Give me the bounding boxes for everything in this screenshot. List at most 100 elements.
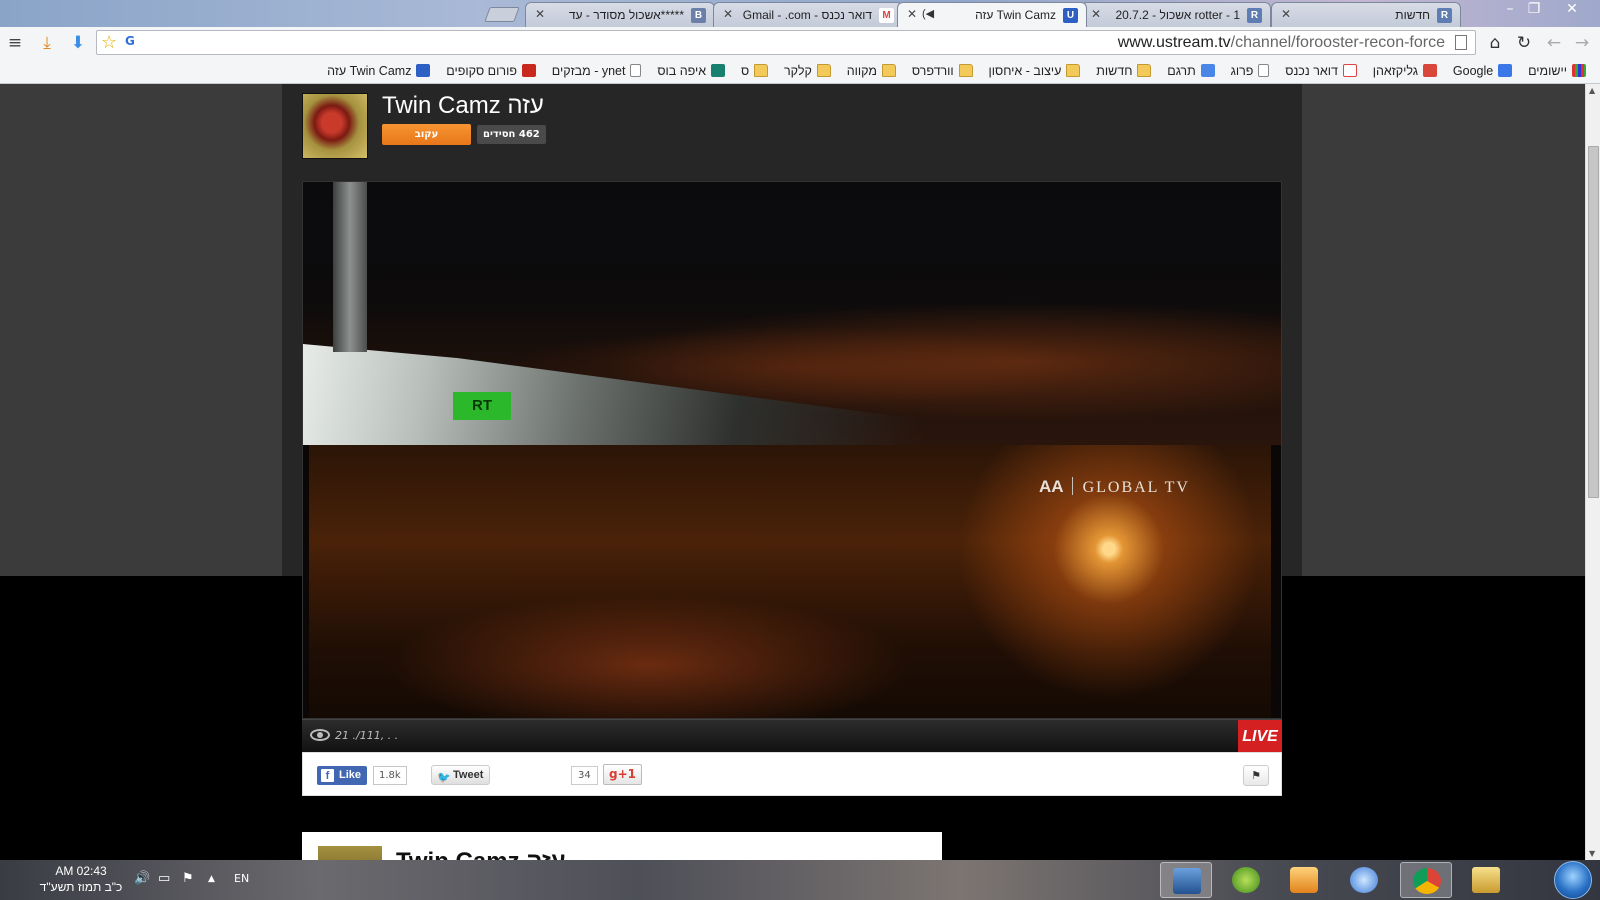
bookmark-label: מקווה bbox=[846, 64, 877, 78]
tab-rotter[interactable]: R rotter - 1 אשכול - 20.7.2 ✕ bbox=[1081, 2, 1271, 27]
gplus-button[interactable]: g+1 bbox=[603, 764, 642, 785]
bookmark-folder-klaker[interactable]: קלקר bbox=[784, 58, 831, 83]
taskbar-app-chrome[interactable] bbox=[1400, 862, 1452, 898]
bookmark-eifo-bus[interactable]: איפה בוס bbox=[657, 58, 726, 83]
download-arrow-icon[interactable]: ⬇ bbox=[67, 32, 89, 54]
forward-icon[interactable]: → bbox=[1571, 32, 1593, 54]
new-tab-button[interactable] bbox=[484, 7, 520, 22]
tab-title: חדשות bbox=[1395, 8, 1430, 22]
tray-clock[interactable]: AM 02:43 כ"ב תמוז תשע"ד bbox=[36, 863, 126, 895]
close-icon[interactable]: ✕ bbox=[1281, 7, 1291, 21]
bookmark-label: עיצוב - איחסון bbox=[988, 64, 1062, 78]
folder-icon bbox=[1472, 867, 1500, 893]
live-badge: LIVE bbox=[1238, 720, 1282, 753]
bookmark-twin-camz[interactable]: Twin Camz עזה bbox=[327, 58, 431, 83]
taskbar-app-ie[interactable] bbox=[1338, 862, 1390, 898]
video-player[interactable]: RT AA GLOBAL TV bbox=[302, 181, 1282, 719]
report-flag-button[interactable]: ⚑ bbox=[1243, 765, 1269, 786]
close-window-icon[interactable]: ✕ bbox=[1560, 1, 1584, 17]
action-center-flag-icon[interactable]: ⚑ bbox=[182, 871, 194, 886]
folder-icon bbox=[816, 64, 831, 77]
translate-icon[interactable]: G bbox=[125, 34, 141, 50]
bookmark-label: פרוג bbox=[1230, 64, 1254, 78]
page-icon bbox=[630, 64, 642, 77]
global-tv-logo: AA GLOBAL TV bbox=[1039, 477, 1190, 497]
facebook-like-button[interactable]: f Like bbox=[317, 766, 368, 785]
taskbar-app-green[interactable] bbox=[1220, 862, 1272, 898]
folder-icon bbox=[958, 64, 973, 77]
bookmark-label: Google bbox=[1452, 64, 1494, 78]
home-icon[interactable]: ⌂ bbox=[1484, 32, 1506, 54]
tab-news[interactable]: R חדשות ✕ bbox=[1271, 2, 1461, 27]
menu-icon[interactable]: ≡ bbox=[4, 32, 26, 54]
address-bar[interactable]: ☆ G www.ustream.tv/channel/forooster-rec… bbox=[96, 30, 1476, 55]
bookmark-ynet[interactable]: ynet - מבזקים bbox=[551, 58, 642, 83]
language-indicator[interactable]: EN bbox=[234, 872, 249, 885]
bookmark-label: יישומים bbox=[1528, 64, 1567, 78]
scroll-down-arrow-icon[interactable]: ▼ bbox=[1589, 849, 1595, 858]
channel-avatar-small[interactable] bbox=[318, 846, 382, 860]
viewer-count: 21 ./111, . . bbox=[335, 729, 399, 742]
rotter-icon bbox=[521, 64, 536, 77]
star-icon[interactable]: ☆ bbox=[101, 32, 117, 53]
tab-gmail[interactable]: M דואר נכנס - Gmail - .com ✕ bbox=[713, 2, 903, 27]
tab-ashkol[interactable]: B *****אשכול מסודר - עד ✕ bbox=[525, 2, 715, 27]
close-icon[interactable]: ✕ bbox=[907, 7, 917, 21]
player-control-bar: 21 ./111, . . LIVE bbox=[302, 719, 1282, 753]
tab-title: *****אשכול מסודר - עד bbox=[568, 8, 684, 22]
translate-icon bbox=[1200, 64, 1215, 77]
windows-taskbar: AM 02:43 כ"ב תמוז תשע"ד 🔊 ▭ ⚑ ▲ EN bbox=[0, 860, 1600, 900]
bookmark-prog[interactable]: פרוג bbox=[1230, 58, 1270, 83]
follow-button[interactable]: עקוב bbox=[382, 124, 471, 145]
tweet-button[interactable]: 🐦 Tweet bbox=[431, 765, 491, 785]
tab-twin-camz[interactable]: U Twin Camz עזה ◀) ✕ bbox=[897, 2, 1087, 28]
vertical-scrollbar[interactable]: ▲ ▼ bbox=[1585, 84, 1600, 860]
close-icon[interactable]: ✕ bbox=[723, 7, 733, 21]
bookmark-gplus[interactable]: גליקזאהן bbox=[1373, 58, 1438, 83]
logo-divider bbox=[1071, 477, 1073, 495]
gplus-count: 34 bbox=[571, 766, 598, 785]
taskbar-app-media-player[interactable] bbox=[1278, 862, 1330, 898]
bookmark-scoops[interactable]: פורום סקופים bbox=[446, 58, 536, 83]
google-icon bbox=[1498, 64, 1513, 77]
bookmarks-bar: יישומים Google גליקזאהן דואר נכנס פרוג ת… bbox=[0, 58, 1600, 84]
minimize-icon[interactable]: – bbox=[1498, 1, 1522, 17]
url-text[interactable]: www.ustream.tv/channel/forooster-recon-f… bbox=[1118, 34, 1445, 52]
folder-icon bbox=[1137, 64, 1152, 77]
back-icon[interactable]: ← bbox=[1543, 32, 1565, 54]
clock-date: כ"ב תמוז תשע"ד bbox=[39, 880, 123, 894]
show-hidden-icons-icon[interactable]: ▲ bbox=[208, 874, 215, 884]
bookmark-label: ס bbox=[740, 64, 750, 78]
start-button[interactable] bbox=[1554, 861, 1592, 899]
reload-icon[interactable]: ↻ bbox=[1513, 32, 1535, 54]
volume-icon[interactable]: 🔊 bbox=[134, 871, 150, 886]
bookmark-folder-wordpress[interactable]: וורדפרס bbox=[912, 58, 973, 83]
bookmark-folder-s[interactable]: ס bbox=[740, 58, 769, 83]
bookmark-translate[interactable]: תרגם bbox=[1167, 58, 1215, 83]
taskbar-app-explorer[interactable] bbox=[1460, 862, 1512, 898]
close-icon[interactable]: ✕ bbox=[1091, 7, 1101, 21]
network-icon[interactable]: ▭ bbox=[158, 871, 170, 886]
bookmark-label: ynet - מבזקים bbox=[551, 64, 626, 78]
bookmark-gmail[interactable]: דואר נכנס bbox=[1285, 58, 1357, 83]
facebook-icon: f bbox=[321, 769, 334, 782]
bookmark-folder-mikve[interactable]: מקווה bbox=[846, 58, 896, 83]
browser-toolbar: ≡ ⤓ ⬇ ☆ G www.ustream.tv/channel/foroost… bbox=[0, 27, 1600, 58]
bookmark-apps[interactable]: יישומים bbox=[1528, 58, 1586, 83]
bookmark-folder-news[interactable]: חדשות bbox=[1096, 58, 1152, 83]
ustream-favicon-icon: U bbox=[1063, 8, 1078, 23]
bookmark-google[interactable]: Google bbox=[1452, 58, 1513, 83]
taskbar-app-network[interactable] bbox=[1160, 862, 1212, 898]
facebook-like-count: 1.8k bbox=[373, 766, 407, 785]
blog-favicon-icon: B bbox=[691, 8, 706, 23]
scroll-up-arrow-icon[interactable]: ▲ bbox=[1589, 86, 1595, 95]
bookmark-folder-design[interactable]: עיצוב - איחסון bbox=[988, 58, 1081, 83]
close-icon[interactable]: ✕ bbox=[535, 7, 545, 21]
restore-icon[interactable]: ❐ bbox=[1522, 1, 1546, 17]
rt-logo: RT bbox=[453, 392, 511, 420]
scrollbar-thumb[interactable] bbox=[1588, 146, 1599, 498]
download-icon[interactable]: ⤓ bbox=[36, 32, 58, 54]
channel-avatar[interactable] bbox=[302, 93, 368, 159]
chrome-icon bbox=[1413, 868, 1441, 894]
bookmark-label: איפה בוס bbox=[657, 64, 707, 78]
